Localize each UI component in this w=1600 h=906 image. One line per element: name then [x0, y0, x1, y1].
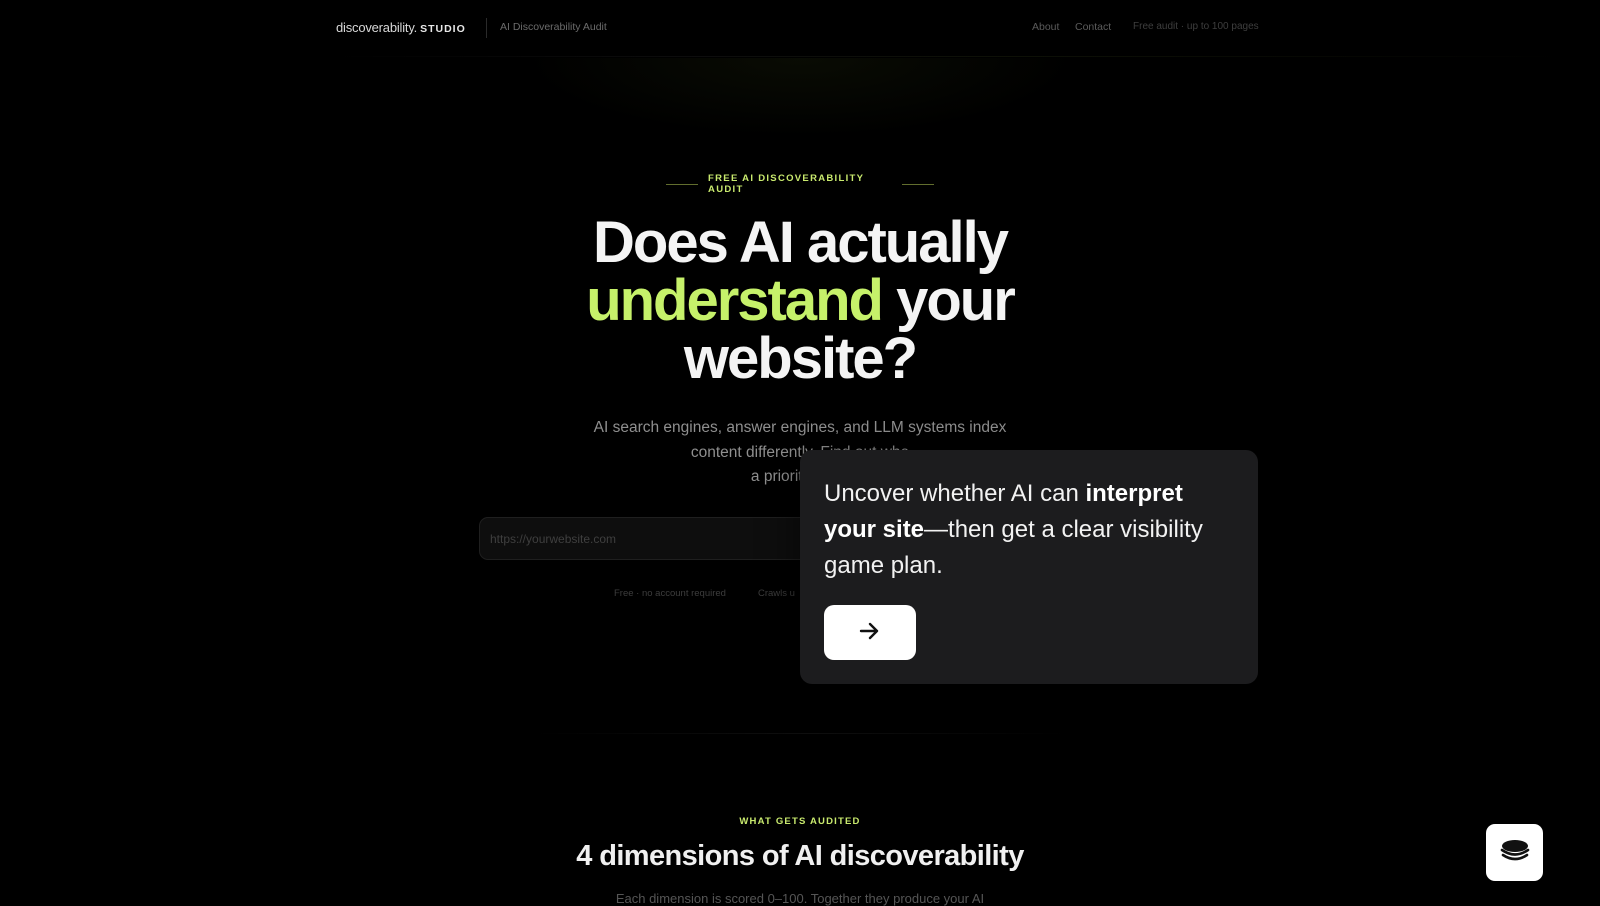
product-label: AI Discoverability Audit — [500, 21, 607, 33]
eyebrow-text: FREE AI DISCOVERABILITY AUDIT — [708, 173, 865, 195]
eyebrow-line-right — [901, 183, 935, 185]
headline-line2-rest: your — [882, 268, 1016, 333]
logo[interactable]: discoverability. STUDIO — [336, 20, 466, 35]
top-bar: discoverability. STUDIO AI Discoverabilit… — [0, 0, 1600, 56]
hero-eyebrow: FREE AI DISCOVERABILITY AUDIT — [666, 173, 935, 195]
subtitle-line1: AI search engines, answer engines, and L… — [593, 419, 1007, 436]
tooltip-message: Uncover whether AI can interpret your si… — [824, 476, 1234, 584]
free-audit-note: Free audit · up to 100 pages — [1133, 21, 1259, 32]
stack-icon — [1499, 837, 1531, 868]
headline-accent: understand — [586, 268, 884, 333]
header-divider — [486, 18, 487, 38]
headline-line1: Does AI actually — [593, 210, 1009, 275]
tooltip-text-before: Uncover whether AI can — [824, 480, 1086, 507]
headline-line3: website? — [683, 326, 918, 391]
header-rule — [330, 56, 1570, 57]
arrow-right-icon — [859, 622, 881, 643]
section-subtitle: Each dimension is scored 0–100. Together… — [615, 891, 985, 906]
section-title: 4 dimensions of AI discoverability — [576, 840, 1024, 872]
logo-studio: STUDIO — [420, 23, 466, 35]
tooltip-next-button[interactable] — [824, 605, 916, 660]
note-free: Free · no account required — [614, 588, 726, 599]
floating-help-button[interactable] — [1486, 824, 1543, 881]
nav-about-link[interactable]: About — [1032, 21, 1059, 33]
nav-contact-link[interactable]: Contact — [1075, 21, 1111, 33]
onboarding-tooltip: Uncover whether AI can interpret your si… — [800, 450, 1258, 684]
note-crawls: Crawls u — [758, 588, 795, 599]
header-glow — [520, 58, 1080, 138]
section-eyebrow: WHAT GETS AUDITED — [739, 816, 861, 827]
hero-headline: Does AI actually understand your website… — [500, 214, 1100, 388]
logo-text: discoverability. — [336, 20, 418, 35]
eyebrow-line-left — [666, 183, 699, 185]
section-divider — [530, 733, 1090, 734]
